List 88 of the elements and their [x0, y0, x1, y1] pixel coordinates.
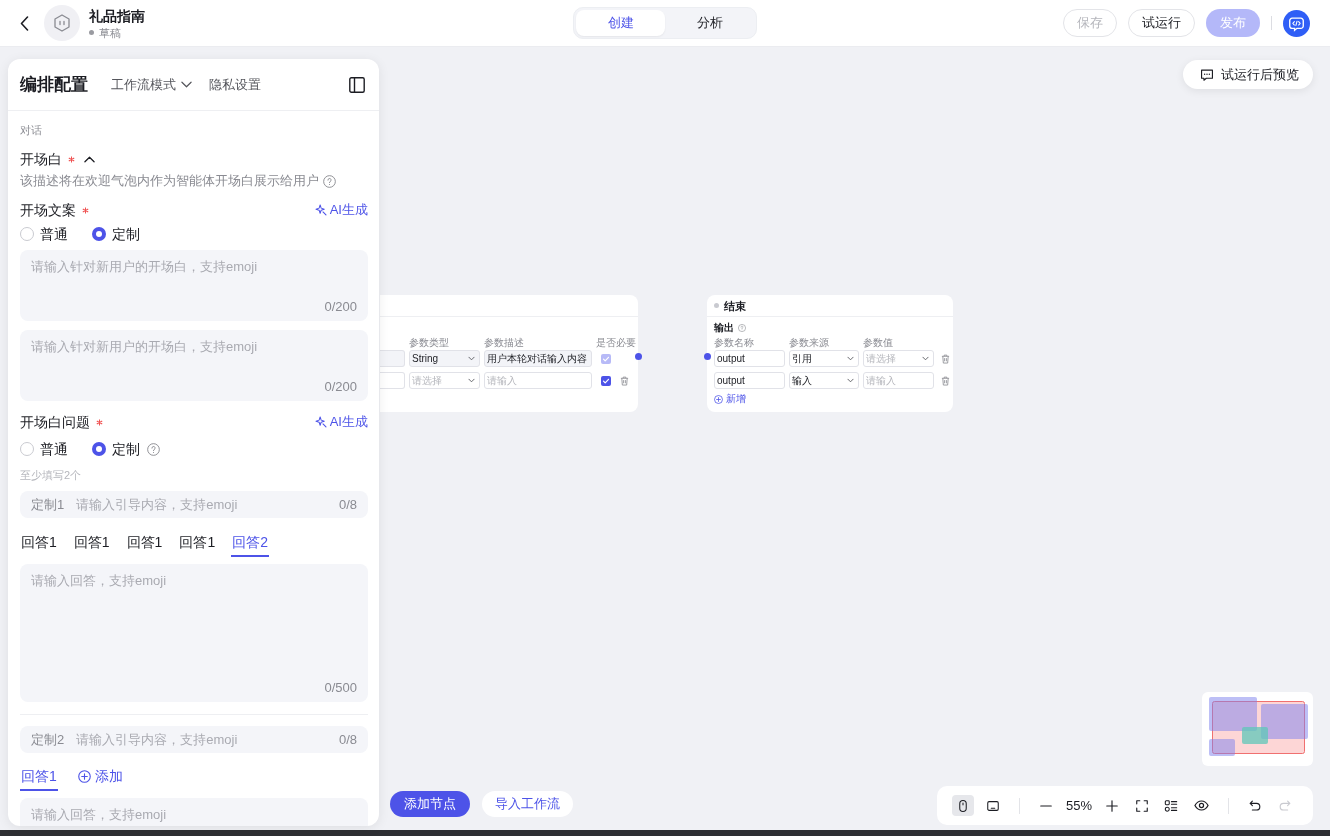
ai-generate-button[interactable]: AI生成 — [314, 412, 368, 432]
panel-toggle-icon[interactable] — [349, 76, 365, 93]
preview-button[interactable]: 试运行后预览 — [1183, 60, 1313, 89]
node-title: 结束 — [724, 298, 746, 313]
node-list-icon[interactable] — [1164, 798, 1179, 813]
name-input[interactable] — [380, 372, 405, 389]
chevron-down-icon — [181, 81, 192, 88]
column-header: 参数来源 — [789, 337, 830, 349]
privacy-settings-tab[interactable]: 隐私设置 — [209, 74, 261, 95]
import-workflow-button[interactable]: 导入工作流 — [482, 791, 573, 817]
port-dot-icon[interactable] — [635, 353, 642, 360]
radio-option[interactable]: 普通 — [20, 439, 68, 459]
status-text: 草稿 — [99, 25, 121, 40]
question-input[interactable]: 请输入引导内容，支持emoji — [76, 729, 339, 750]
answer-tab[interactable]: 回答1 — [20, 763, 58, 791]
status-dot-icon — [89, 30, 94, 35]
column-header: 是否必要 — [596, 337, 636, 349]
mouse-icon — [956, 798, 970, 813]
checkbox[interactable] — [601, 375, 611, 386]
zoom-level: 55% — [1066, 797, 1093, 814]
minimap-node — [1209, 739, 1235, 756]
field-label: 定制2 — [31, 730, 65, 749]
name-input[interactable] — [380, 350, 405, 367]
app-title: 礼品指南 — [89, 6, 145, 25]
source-select[interactable]: 引用 — [789, 350, 859, 367]
plus-circle-icon — [714, 394, 723, 404]
column-header: 参数名称 — [714, 337, 755, 349]
chevron-down-icon — [922, 356, 929, 361]
action-button[interactable]: 试运行 — [1128, 9, 1195, 37]
column-header: 参数值 — [863, 337, 894, 349]
trackpad-icon — [986, 798, 1000, 813]
chat-bubble-icon — [1200, 67, 1214, 82]
plus-circle-icon — [77, 769, 91, 783]
radio-option[interactable]: 普通 — [20, 224, 68, 244]
mode-dropdown[interactable]: 工作流模式 — [111, 74, 192, 95]
field-label: 开场文案 — [20, 201, 76, 220]
column-header: 参数描述 — [484, 337, 525, 349]
description-text: 该描述将在欢迎气泡内作为智能体开场白展示给用户 — [20, 172, 319, 190]
port-dot-icon[interactable] — [704, 353, 711, 360]
help-icon — [323, 174, 336, 188]
chevron-down-icon — [468, 378, 475, 383]
section-title: 输出 — [714, 322, 734, 334]
name-input[interactable]: output — [714, 372, 785, 389]
tool-button[interactable] — [952, 795, 974, 816]
code-avatar-icon[interactable] — [1283, 9, 1310, 37]
chevron-up-icon[interactable] — [84, 155, 95, 163]
radio-option[interactable]: 定制 — [92, 224, 140, 244]
source-select[interactable]: 输入 — [789, 372, 859, 389]
zoom-in-icon[interactable] — [1105, 798, 1120, 813]
add-node-button[interactable]: 添加节点 — [390, 791, 470, 817]
ai-generate-button[interactable]: AI生成 — [314, 200, 368, 220]
undo-icon[interactable] — [1248, 798, 1263, 813]
chevron-down-icon — [847, 356, 854, 361]
field-label: 开场白 — [20, 150, 62, 169]
chevron-left-icon[interactable] — [20, 15, 29, 31]
answer-tab[interactable]: 回答1 — [125, 529, 164, 557]
hexagon-avatar-icon — [44, 5, 80, 41]
answer-tab[interactable]: 回答2 — [231, 529, 269, 557]
sparkle-icon — [314, 416, 327, 428]
add-parameter-button[interactable]: 新增 — [714, 393, 746, 405]
answer-tab[interactable]: 回答1 — [72, 529, 111, 557]
char-counter: 0/500 — [324, 679, 357, 697]
eye-icon[interactable] — [1194, 798, 1210, 813]
text-area[interactable]: 请输入回答，支持emoji — [20, 798, 368, 826]
mode-tab[interactable]: 分析 — [665, 10, 754, 36]
char-counter: 0/8 — [338, 730, 357, 749]
answer-tab[interactable]: 回答1 — [178, 529, 217, 557]
name-input[interactable]: output — [714, 350, 785, 367]
column-header: 参数类型 — [409, 337, 450, 349]
fit-view-icon[interactable] — [1135, 798, 1150, 813]
char-counter: 0/8 — [338, 495, 357, 514]
field-label: 开场白问题 — [20, 413, 90, 432]
section-label: 对话 — [20, 124, 43, 136]
answer-tab[interactable]: 回答1 — [20, 529, 58, 557]
node-dot-icon — [714, 303, 719, 308]
chevron-down-icon — [847, 378, 854, 383]
add-answer-button[interactable]: 添加 — [77, 763, 123, 791]
char-counter: 0/200 — [324, 378, 357, 396]
char-counter: 0/200 — [324, 298, 357, 316]
field-label: 定制1 — [31, 495, 65, 514]
sparkle-icon — [314, 204, 327, 216]
hint-text: 至少填写2个 — [20, 468, 83, 482]
chevron-down-icon — [468, 356, 475, 361]
help-icon — [738, 324, 746, 332]
mode-tab[interactable]: 创建 — [576, 10, 665, 36]
radio-option[interactable]: 定制 — [92, 439, 160, 459]
panel-title: 编排配置 — [20, 73, 88, 96]
question-input[interactable]: 请输入引导内容，支持emoji — [76, 494, 339, 515]
